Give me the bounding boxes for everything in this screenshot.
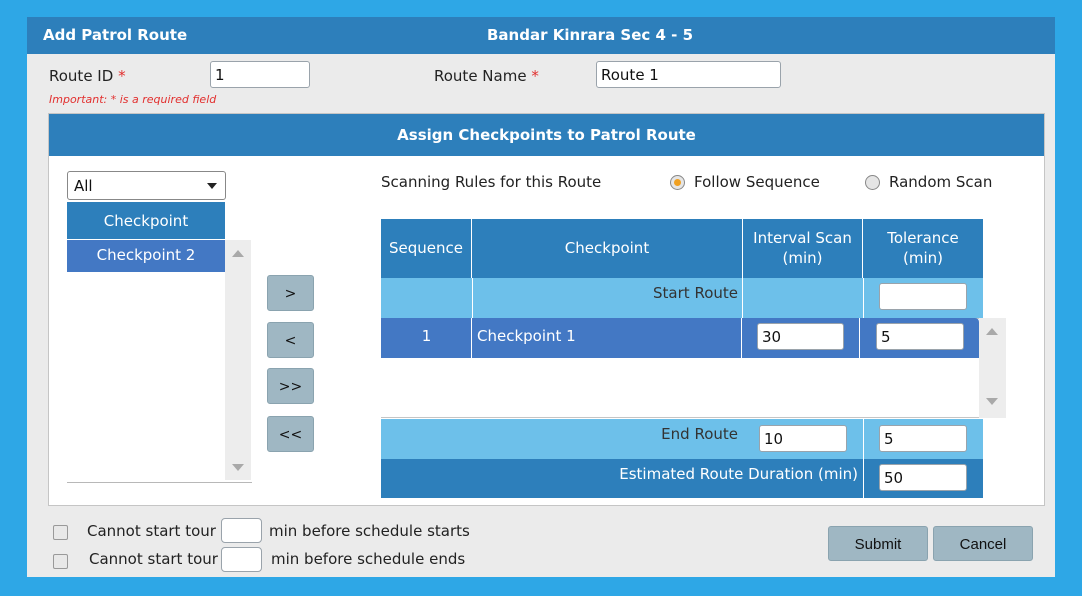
available-list-header: Checkpoint xyxy=(67,202,225,240)
checkpoint-filter-select[interactable]: All xyxy=(67,171,226,200)
required-mark: * xyxy=(531,67,539,85)
route-checkpoints-table: Sequence Checkpoint Interval Scan (min) T… xyxy=(381,219,1006,499)
start-constraint-minutes-input[interactable] xyxy=(221,518,262,543)
start-constraint-checkbox[interactable] xyxy=(53,525,68,540)
scanning-rules-label: Scanning Rules for this Route xyxy=(381,173,602,191)
required-mark: * xyxy=(118,67,126,85)
route-name-label: Route Name * xyxy=(434,67,539,85)
column-header-sequence: Sequence xyxy=(381,219,472,278)
filter-selected-value: All xyxy=(74,177,93,195)
end-route-divider xyxy=(863,419,864,459)
row-interval-input[interactable] xyxy=(757,323,844,350)
random-scan-radio[interactable] xyxy=(865,175,880,190)
row-sequence: 1 xyxy=(421,327,432,345)
chevron-down-icon xyxy=(207,183,217,189)
assign-checkpoints-panel: Assign Checkpoints to Patrol Route All C… xyxy=(48,113,1045,506)
list-item[interactable]: Checkpoint 2 xyxy=(67,240,225,272)
move-all-right-button[interactable]: >> xyxy=(267,368,314,404)
start-route-tolerance-input[interactable] xyxy=(879,283,967,310)
add-patrol-route-dialog: Add Patrol Route Bandar Kinrara Sec 4 - … xyxy=(27,17,1055,577)
row-divider xyxy=(859,318,860,358)
end-route-interval-input[interactable] xyxy=(759,425,847,452)
end-constraint-minutes-input[interactable] xyxy=(221,547,262,572)
random-scan-label: Random Scan xyxy=(889,173,993,191)
column-header-checkpoint: Checkpoint xyxy=(472,219,743,278)
available-checkpoints-list: Checkpoint Checkpoint 2 xyxy=(67,202,252,483)
end-constraint-checkbox[interactable] xyxy=(53,554,68,569)
required-field-note: Important: * is a required field xyxy=(49,93,217,106)
start-route-label: Start Route xyxy=(653,284,738,302)
location-title: Bandar Kinrara Sec 4 - 5 xyxy=(487,26,694,44)
column-header-tolerance: Tolerance (min) xyxy=(863,219,983,278)
row-divider xyxy=(741,318,742,358)
assign-checkpoints-heading: Assign Checkpoints to Patrol Route xyxy=(49,114,1044,156)
start-constraint-prefix: Cannot start tour xyxy=(87,522,216,540)
route-id-input[interactable] xyxy=(210,61,310,88)
row-divider xyxy=(471,318,472,358)
start-route-divider xyxy=(863,278,864,318)
submit-button[interactable]: Submit xyxy=(828,526,928,561)
row-checkpoint: Checkpoint 1 xyxy=(477,327,576,345)
end-constraint-prefix: Cannot start tour xyxy=(89,550,218,568)
scroll-up-icon[interactable] xyxy=(232,250,244,257)
follow-sequence-radio[interactable] xyxy=(670,175,685,190)
scroll-down-icon[interactable] xyxy=(232,464,244,471)
route-id-label: Route ID * xyxy=(49,67,126,85)
estimated-divider xyxy=(863,459,864,498)
end-route-tolerance-input[interactable] xyxy=(879,425,967,452)
cancel-button[interactable]: Cancel xyxy=(933,526,1033,561)
route-rows-scrollbar[interactable] xyxy=(979,318,1006,418)
column-header-interval: Interval Scan (min) xyxy=(743,219,863,278)
scroll-up-icon[interactable] xyxy=(986,328,998,335)
list-divider xyxy=(67,482,252,483)
estimated-duration-label: Estimated Route Duration (min) xyxy=(619,465,858,483)
route-name-input[interactable] xyxy=(596,61,781,88)
scroll-down-icon[interactable] xyxy=(986,398,998,405)
move-left-button[interactable]: < xyxy=(267,322,314,358)
row-tolerance-input[interactable] xyxy=(876,323,964,350)
move-right-button[interactable]: > xyxy=(267,275,314,311)
title-bar: Add Patrol Route Bandar Kinrara Sec 4 - … xyxy=(27,17,1055,54)
estimated-duration-input[interactable] xyxy=(879,464,967,491)
move-all-left-button[interactable]: << xyxy=(267,416,314,452)
end-route-label: End Route xyxy=(661,425,738,443)
dialog-title: Add Patrol Route xyxy=(43,26,188,44)
available-list-scrollbar[interactable] xyxy=(225,240,251,480)
start-constraint-suffix: min before schedule starts xyxy=(269,522,470,540)
end-constraint-suffix: min before schedule ends xyxy=(271,550,466,568)
follow-sequence-label: Follow Sequence xyxy=(694,173,820,191)
